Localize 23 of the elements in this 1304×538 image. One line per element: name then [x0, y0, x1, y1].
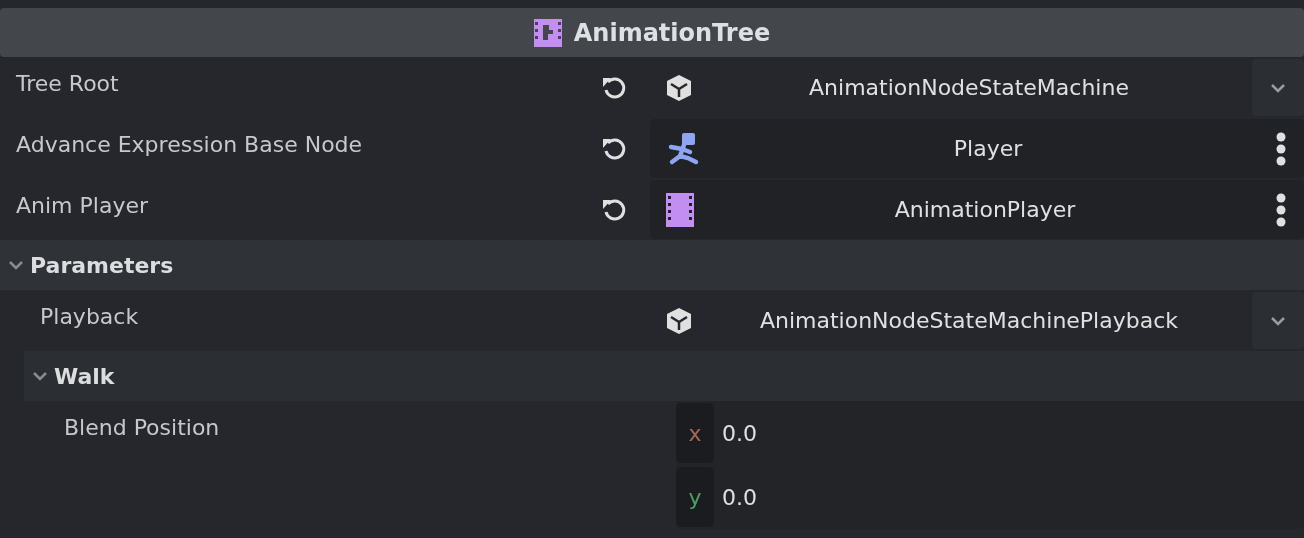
number-field[interactable]: y 0.0 — [676, 465, 1304, 529]
property-label: Blend Position — [63, 414, 221, 442]
film-icon — [666, 192, 694, 227]
axis-label: y — [676, 467, 714, 527]
property-label: Playback — [39, 303, 140, 331]
panel-title: AnimationTree — [573, 17, 771, 49]
axis-label: x — [676, 403, 714, 463]
more-options-icon[interactable] — [1276, 192, 1286, 227]
property-label: Anim Player — [15, 192, 149, 220]
more-options-icon[interactable] — [1276, 131, 1286, 166]
section-header[interactable]: Parameters — [0, 240, 1304, 290]
resource-picker[interactable]: AnimationNodeStateMachine — [650, 57, 1250, 118]
number-field[interactable]: x 0.0 — [676, 401, 1304, 465]
node-path-field[interactable]: AnimationPlayer — [650, 180, 1304, 239]
resource-picker[interactable]: AnimationNodeStateMachinePlayback — [650, 290, 1250, 351]
section-header[interactable]: Walk — [24, 351, 1304, 401]
property-label: Tree Root — [15, 70, 120, 98]
node-path-field[interactable]: Player — [650, 119, 1304, 178]
running-figure-icon — [666, 131, 700, 166]
film-icon — [533, 18, 562, 47]
cube-icon — [664, 72, 694, 103]
property-label: Advance Expression Base Node — [15, 131, 364, 159]
cube-icon — [664, 305, 694, 336]
